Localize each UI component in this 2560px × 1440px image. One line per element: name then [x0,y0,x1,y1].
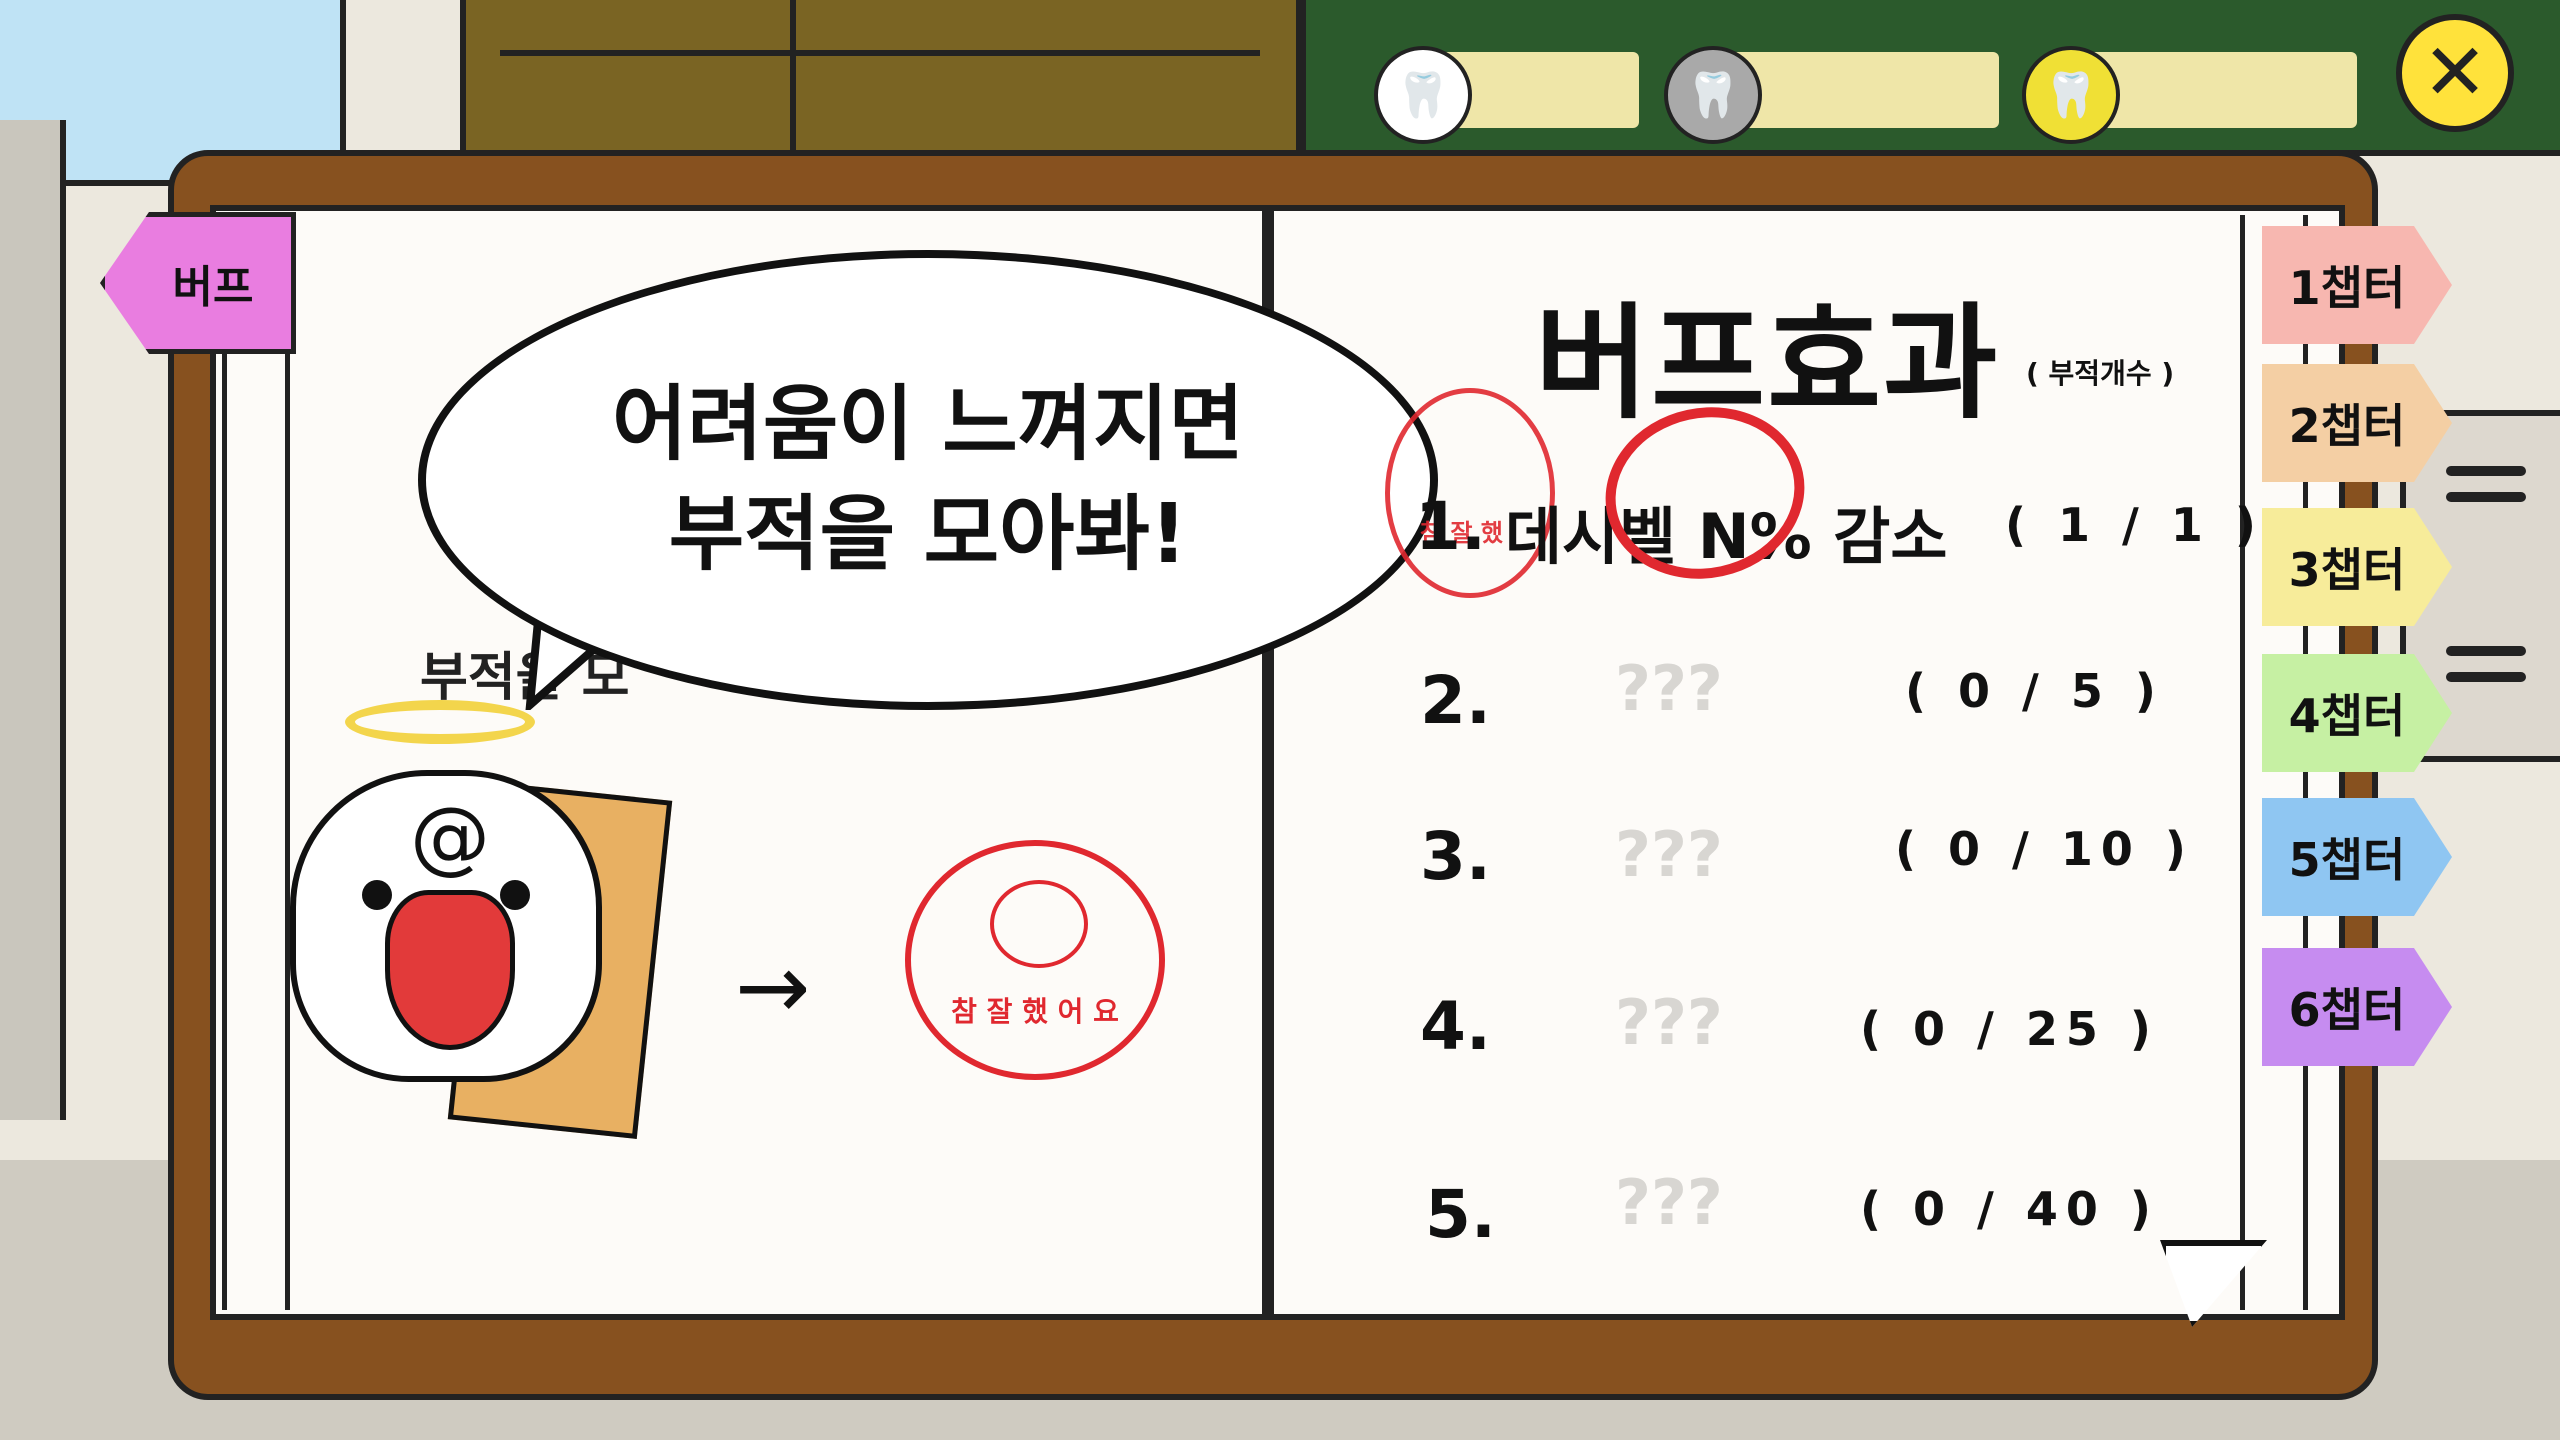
buff-name-locked: ??? [1615,652,1723,725]
close-button[interactable]: ✕ [2396,14,2514,132]
side-box-line [2446,646,2526,656]
tab-chapter-6[interactable]: 6챕터 [2262,948,2452,1066]
tab-label: 3챕터 [2288,543,2406,597]
background-wall-panel [0,120,66,1120]
mascot-eye [500,880,530,910]
speech-bubble: 어려움이 느껴지면 부적을 모아봐! [418,250,1438,710]
currency-gold: 🦷 [2022,46,2362,144]
buff-name-locked: ??? [1615,1166,1723,1239]
tab-chapter-5[interactable]: 5챕터 [2262,798,2452,916]
buff-number: 3. [1420,818,1491,895]
mascot-eye [362,880,392,910]
buff-count: ( 1 / 1 ) [2005,498,2264,552]
tab-label: 1챕터 [2288,261,2406,315]
gold-tooth-coin-icon: 🦷 [2022,46,2120,144]
side-box-line [2446,492,2526,502]
tab-chapter-3[interactable]: 3챕터 [2262,508,2452,626]
side-box-line [2446,466,2526,476]
buff-row: 1. [1415,488,1486,565]
tab-label: 4챕터 [2288,689,2406,743]
silver-tooth-coin-icon: 🦷 [1664,46,1762,144]
tab-buff-label: 버프 [172,262,254,313]
tab-label: 2챕터 [2288,399,2406,453]
mascot-mouth [385,890,515,1050]
buff-number: 1. [1415,488,1486,565]
buff-count: ( 0 / 40 ) [1860,1182,2159,1236]
side-box-line [2446,672,2526,682]
mascot-swirl-icon: @ [410,790,490,883]
buff-name-locked: ??? [1615,986,1723,1059]
tab-label: 6챕터 [2288,983,2406,1037]
buff-count: ( 0 / 10 ) [1895,822,2194,876]
stamp-face [990,880,1088,968]
arrow-icon: → [735,935,811,1040]
buff-name-locked: ??? [1615,818,1723,891]
halo [345,700,535,744]
currency-silver: 🦷 [1664,46,2004,144]
page-title: 버프효과 [1535,292,2000,436]
cabinet-divider [500,50,1260,56]
speech-line-1: 어려움이 느껴지면 [611,377,1245,472]
buff-count: ( 0 / 25 ) [1860,1002,2159,1056]
speech-line-2: 부적을 모아봐! [668,487,1188,582]
buff-number: 4. [1420,988,1491,1065]
page-subtitle: ( 부적개수 ) [2026,357,2175,390]
buff-count: ( 0 / 5 ) [1905,664,2164,718]
book-left-edge-lines [222,215,290,1310]
buff-number: 2. [1420,662,1491,739]
tab-chapter-1[interactable]: 1챕터 [2262,226,2452,344]
tooth-icon: 🦷 [1374,46,1472,144]
currency-tooth: 🦷 [1374,46,1644,144]
close-icon: ✕ [2422,28,2488,118]
stamp-text: 참 잘 했 어 요 [951,995,1119,1028]
tab-chapter-2[interactable]: 2챕터 [2262,364,2452,482]
buff-number: 5. [1425,1176,1496,1253]
tab-chapter-4[interactable]: 4챕터 [2262,654,2452,772]
tab-label: 5챕터 [2288,833,2406,887]
